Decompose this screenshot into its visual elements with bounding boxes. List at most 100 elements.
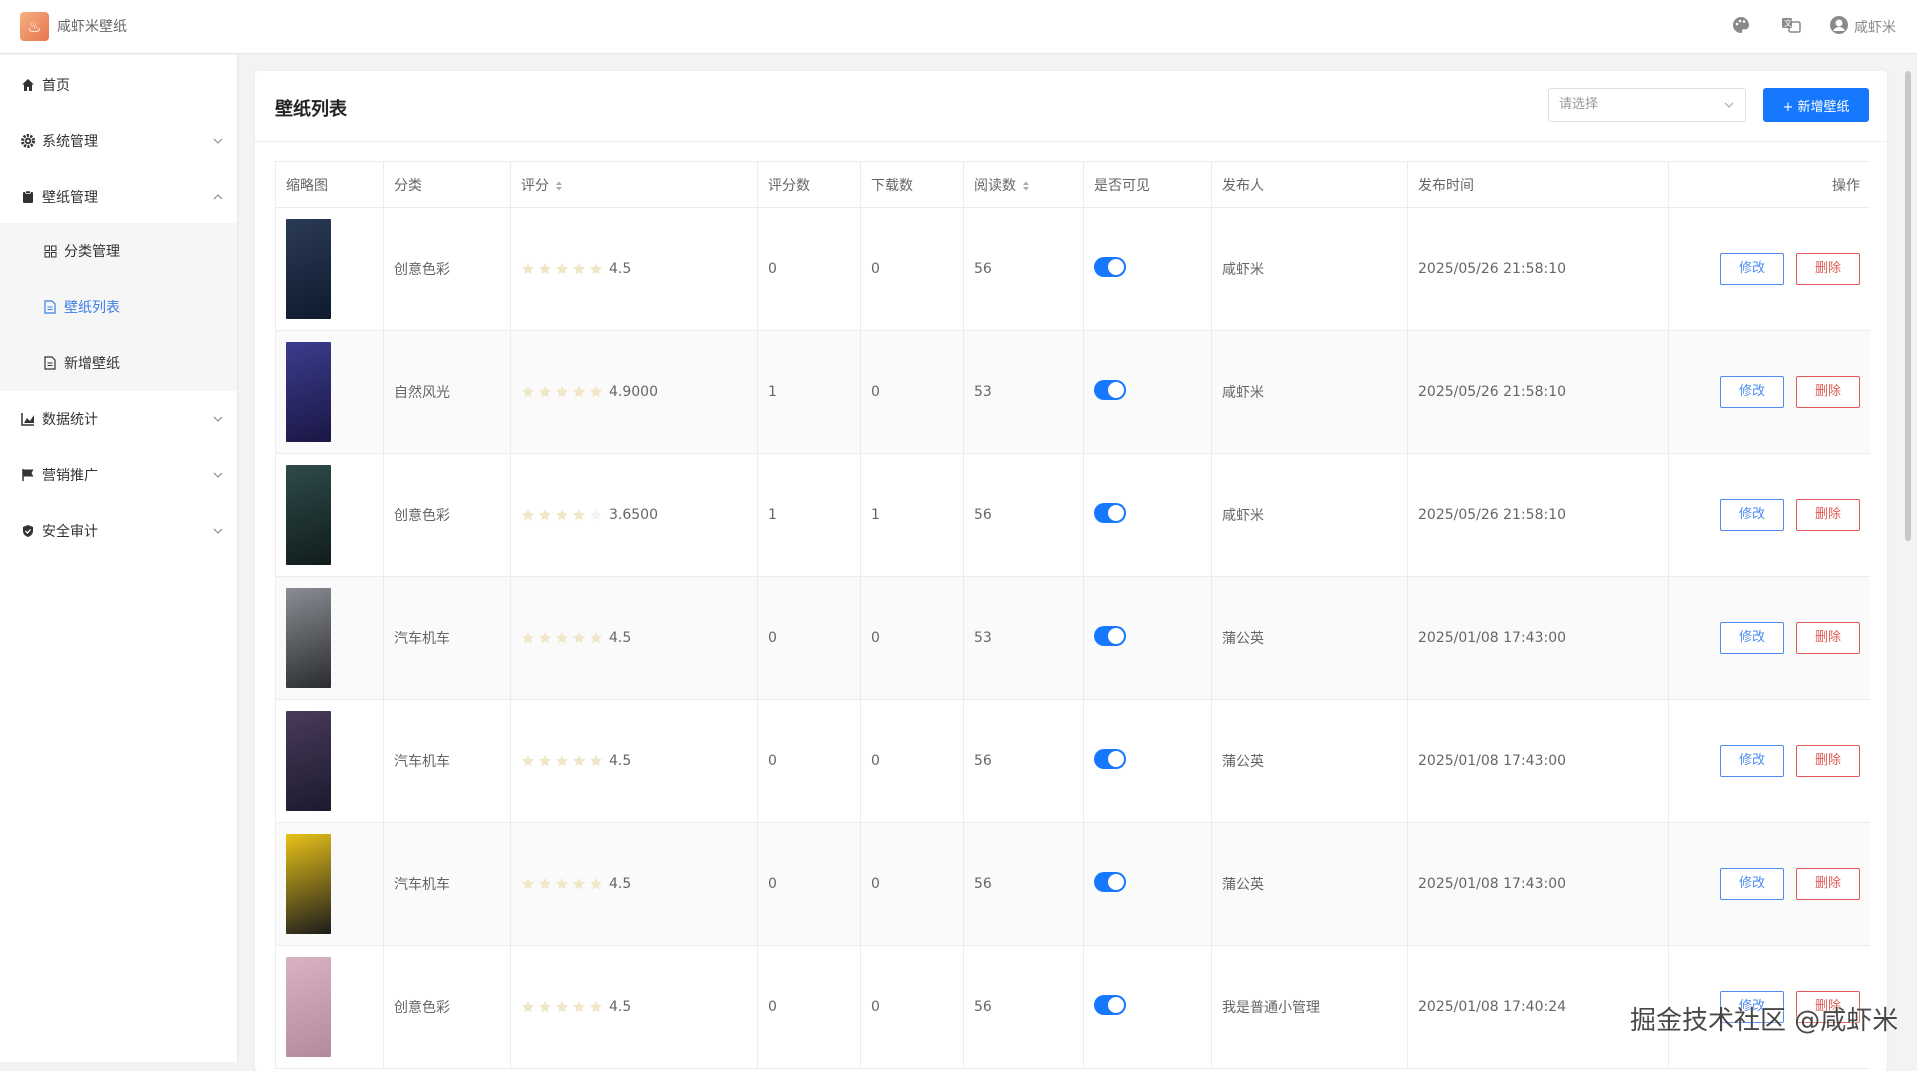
- visible-toggle[interactable]: [1094, 380, 1126, 400]
- sidebar-item-wallpaper[interactable]: 壁纸管理: [0, 169, 237, 225]
- add-wallpaper-button[interactable]: + 新增壁纸: [1763, 88, 1869, 122]
- edit-button[interactable]: 修改: [1720, 499, 1784, 531]
- theme-palette-icon[interactable]: [1731, 15, 1751, 35]
- col-header-reads[interactable]: 阅读数: [963, 161, 1084, 208]
- publish-time-text: 2025/05/26 21:58:10: [1418, 261, 1567, 277]
- wallpaper-table-wrapper: 缩略图 分类 评分 评分数 下载数 阅读数 是否可见 发布人 发布时间 操作 创…: [275, 161, 1870, 1071]
- delete-button[interactable]: 删除: [1796, 622, 1860, 654]
- chevron-down-icon: [213, 472, 223, 478]
- wallpaper-thumbnail[interactable]: [286, 342, 331, 442]
- star-icon: [539, 386, 551, 398]
- edit-button[interactable]: 修改: [1720, 745, 1784, 777]
- col-header-thumb: 缩略图: [275, 161, 384, 208]
- cell-reads: 56: [963, 453, 1084, 577]
- sidebar-item-audit[interactable]: 安全审计: [0, 503, 237, 559]
- delete-button[interactable]: 删除: [1796, 253, 1860, 285]
- edit-button[interactable]: 修改: [1720, 253, 1784, 285]
- col-header-label: 评分数: [768, 177, 810, 194]
- visible-toggle[interactable]: [1094, 503, 1126, 523]
- sort-icon[interactable]: [555, 180, 563, 192]
- star-icon: [522, 632, 534, 644]
- delete-button[interactable]: 删除: [1796, 499, 1860, 531]
- star-icon: [590, 632, 602, 644]
- cell-thumb: [275, 576, 384, 700]
- user-avatar-icon[interactable]: [1829, 15, 1849, 35]
- sidebar-item-system[interactable]: 系统管理: [0, 113, 237, 169]
- sidebar-item-marketing[interactable]: 营销推广: [0, 447, 237, 503]
- cell-rating: 4.5: [510, 699, 758, 823]
- sidebar-item-add-wallpaper[interactable]: 新增壁纸: [0, 335, 237, 391]
- document-icon: [42, 299, 58, 315]
- visible-toggle[interactable]: [1094, 995, 1126, 1015]
- rating-stars: [521, 508, 603, 522]
- sidebar-item-category[interactable]: 分类管理: [0, 223, 237, 279]
- wallpaper-thumbnail[interactable]: [286, 219, 331, 319]
- wallpaper-thumbnail[interactable]: [286, 465, 331, 565]
- col-header-rating[interactable]: 评分: [510, 161, 758, 208]
- cell-rating-count: 1: [757, 330, 861, 454]
- star-icon: [522, 755, 534, 767]
- chart-icon: [20, 411, 36, 427]
- wallpaper-thumbnail[interactable]: [286, 957, 331, 1057]
- delete-button[interactable]: 删除: [1796, 376, 1860, 408]
- sort-icon[interactable]: [1022, 180, 1030, 192]
- wallpaper-thumbnail[interactable]: [286, 588, 331, 688]
- page-scrollbar[interactable]: [1903, 71, 1913, 1062]
- sidebar-item-stats[interactable]: 数据统计: [0, 391, 237, 447]
- category-text: 汽车机车: [394, 754, 450, 770]
- user-name[interactable]: 咸虾米: [1854, 17, 1896, 37]
- star-icon: [590, 1001, 602, 1013]
- edit-button[interactable]: 修改: [1720, 868, 1784, 900]
- top-header: ♨ 咸虾米壁纸 文 咸虾米: [0, 0, 1917, 54]
- wallpaper-thumbnail[interactable]: [286, 834, 331, 934]
- rating-value: 4.9000: [609, 384, 658, 400]
- edit-button[interactable]: 修改: [1720, 376, 1784, 408]
- visible-toggle[interactable]: [1094, 257, 1126, 277]
- delete-button[interactable]: 删除: [1796, 868, 1860, 900]
- star-icon: [590, 755, 602, 767]
- visible-toggle[interactable]: [1094, 872, 1126, 892]
- cell-visible: [1083, 453, 1212, 577]
- col-header-visible: 是否可见: [1083, 161, 1212, 208]
- col-header-label: 下载数: [871, 177, 913, 194]
- app-title[interactable]: 咸虾米壁纸: [57, 16, 127, 36]
- visible-toggle[interactable]: [1094, 749, 1126, 769]
- shield-icon: [20, 523, 36, 539]
- scrollbar-thumb[interactable]: [1905, 71, 1911, 541]
- reads-text: 53: [974, 630, 992, 646]
- wallpaper-thumbnail[interactable]: [286, 711, 331, 811]
- cell-rating-count: 0: [757, 576, 861, 700]
- sidebar-item-home[interactable]: 首页: [0, 57, 237, 113]
- star-icon: [522, 878, 534, 890]
- cell-rating: 4.5: [510, 822, 758, 946]
- cell-reads: 56: [963, 699, 1084, 823]
- svg-text:文: 文: [1784, 18, 1792, 28]
- col-header-label: 分类: [394, 177, 422, 194]
- cell-rating: 4.9000: [510, 330, 758, 454]
- cell-time: 2025/01/08 17:43:00: [1407, 576, 1669, 700]
- chevron-down-icon: [213, 528, 223, 534]
- sidebar-item-wallpaper-list[interactable]: 壁纸列表: [0, 279, 237, 335]
- cell-category: 汽车机车: [383, 699, 511, 823]
- category-select[interactable]: 请选择: [1548, 88, 1746, 122]
- publish-time-text: 2025/01/08 17:43:00: [1418, 753, 1567, 769]
- visible-toggle[interactable]: [1094, 626, 1126, 646]
- star-icon: [573, 1001, 585, 1013]
- star-icon: [573, 509, 585, 521]
- card-divider: [255, 141, 1887, 142]
- app-logo[interactable]: ♨: [20, 12, 49, 41]
- sidebar-item-label: 壁纸管理: [42, 190, 98, 206]
- cell-downloads: 0: [860, 699, 964, 823]
- edit-button[interactable]: 修改: [1720, 622, 1784, 654]
- table-body: 创意色彩 4.5 0 0 56 咸虾米 2025/05/26 21:58:10 …: [275, 207, 1870, 1069]
- table-header-row: 缩略图 分类 评分 评分数 下载数 阅读数 是否可见 发布人 发布时间 操作: [275, 161, 1870, 208]
- chevron-down-icon: [213, 416, 223, 422]
- delete-button[interactable]: 删除: [1796, 745, 1860, 777]
- cell-rating-count: 1: [757, 453, 861, 577]
- cell-thumb: [275, 453, 384, 577]
- star-icon: [556, 509, 568, 521]
- cell-visible: [1083, 699, 1212, 823]
- wallpaper-table: 缩略图 分类 评分 评分数 下载数 阅读数 是否可见 发布人 发布时间 操作 创…: [275, 161, 1870, 1069]
- language-icon[interactable]: 文: [1781, 15, 1801, 35]
- cell-time: 2025/05/26 21:58:10: [1407, 330, 1669, 454]
